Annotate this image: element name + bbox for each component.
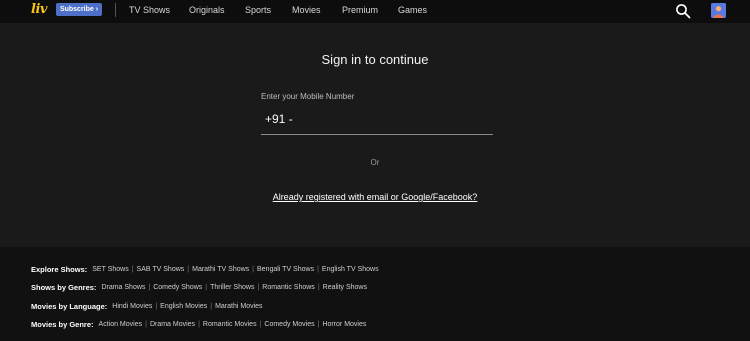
- footer-row-shows-by-genres: Shows by Genres: Drama Shows | Comedy Sho…: [31, 283, 367, 292]
- page-title: Sign in to continue: [321, 52, 429, 67]
- footer-link[interactable]: Hindi Movies: [112, 303, 152, 310]
- nav-movies[interactable]: Movies: [292, 5, 321, 15]
- footer-link[interactable]: English Movies: [160, 303, 207, 310]
- nav-originals[interactable]: Originals: [189, 5, 225, 15]
- footer-link[interactable]: Drama Movies: [150, 321, 195, 328]
- mobile-number-label: Enter your Mobile Number: [261, 92, 355, 101]
- footer-row-movies-by-genre: Movies by Genre: Action Movies | Drama Mo…: [31, 320, 367, 329]
- nav-premium[interactable]: Premium: [342, 5, 378, 15]
- footer: Explore Shows: SET Shows | SAB TV Shows | …: [0, 247, 750, 341]
- nav-tv-shows[interactable]: TV Shows: [129, 5, 170, 15]
- footer-label: Explore Shows:: [31, 265, 88, 274]
- avatar[interactable]: [711, 3, 726, 18]
- footer-link[interactable]: Reality Shows: [323, 284, 367, 291]
- footer-link[interactable]: Comedy Shows: [153, 284, 202, 291]
- footer-link[interactable]: Drama Shows: [101, 284, 145, 291]
- footer-link[interactable]: SAB TV Shows: [137, 266, 185, 273]
- nav-games[interactable]: Games: [398, 5, 427, 15]
- nav-sports[interactable]: Sports: [245, 5, 271, 15]
- footer-label: Movies by Genre:: [31, 320, 94, 329]
- footer-link[interactable]: Comedy Movies: [264, 321, 314, 328]
- footer-link[interactable]: SET Shows: [92, 266, 128, 273]
- footer-label: Shows by Genres:: [31, 283, 97, 292]
- footer-link[interactable]: Horror Movies: [322, 321, 366, 328]
- top-nav-bar: liv Subscribe › TV Shows Originals Sport…: [0, 0, 750, 23]
- footer-label: Movies by Language:: [31, 302, 108, 311]
- page: liv Subscribe › TV Shows Originals Sport…: [0, 0, 750, 341]
- email-google-facebook-login-link[interactable]: Already registered with email or Google/…: [0, 192, 750, 202]
- footer-link[interactable]: Marathi TV Shows: [192, 266, 249, 273]
- country-code-prefix: +91 -: [265, 112, 293, 126]
- footer-link[interactable]: Marathi Movies: [215, 303, 262, 310]
- footer-link[interactable]: Bengali TV Shows: [257, 266, 314, 273]
- mobile-number-input[interactable]: +91 -: [261, 109, 493, 135]
- footer-row-movies-by-language: Movies by Language: Hindi Movies | Englis…: [31, 302, 263, 311]
- footer-link[interactable]: Action Movies: [99, 321, 143, 328]
- footer-row-explore-shows: Explore Shows: SET Shows | SAB TV Shows | …: [31, 265, 379, 274]
- footer-link[interactable]: English TV Shows: [322, 266, 379, 273]
- footer-link[interactable]: Romantic Movies: [203, 321, 257, 328]
- subscribe-button[interactable]: Subscribe ›: [56, 3, 102, 16]
- user-icon: [711, 3, 726, 18]
- search-icon[interactable]: [675, 3, 691, 19]
- nav-divider: [115, 3, 116, 17]
- or-separator: Or: [370, 158, 380, 167]
- footer-link[interactable]: Thriller Shows: [210, 284, 254, 291]
- footer-link[interactable]: Romantic Shows: [262, 284, 315, 291]
- liv-logo[interactable]: liv: [31, 2, 47, 17]
